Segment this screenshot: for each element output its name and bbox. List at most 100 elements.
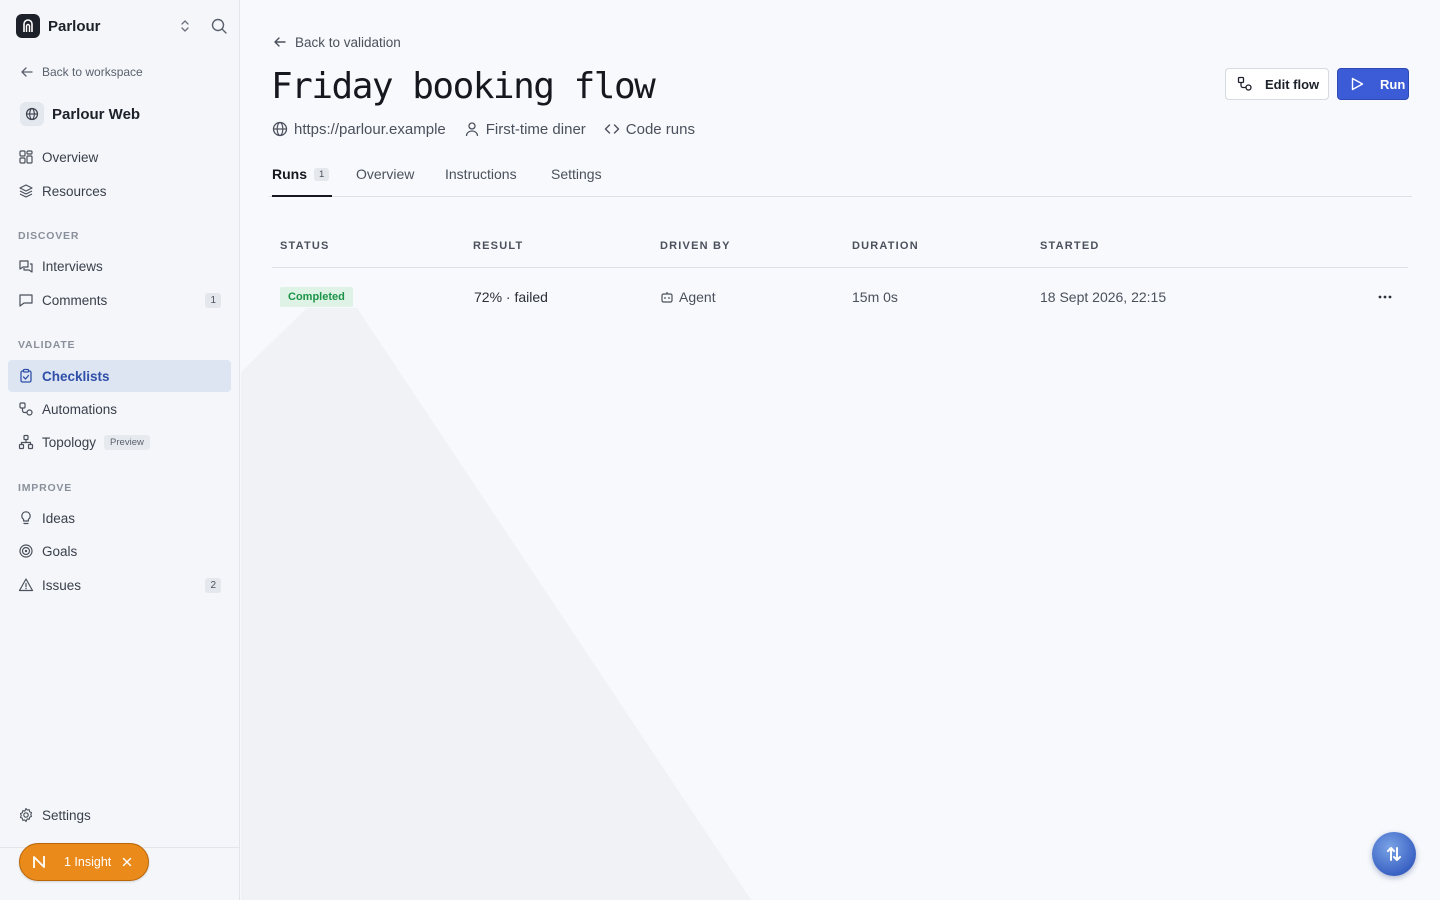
sidebar-item-checklists[interactable]: Checklists <box>8 360 231 392</box>
sidebar-item-goals[interactable]: Goals <box>8 535 231 567</box>
sidebar-item-label: Ideas <box>42 510 76 526</box>
insight-logo-icon <box>33 856 45 868</box>
sidebar: Parlour Back to workspace Parlour Web Ov… <box>0 0 240 900</box>
driven-by-text: Agent <box>679 289 716 305</box>
clipboard-check-icon <box>20 368 32 383</box>
tab-settings[interactable]: Settings <box>551 166 602 197</box>
preview-badge: Preview <box>104 434 150 450</box>
sidebar-item-settings[interactable]: Settings <box>8 799 231 831</box>
sidebar-item-resources[interactable]: Resources <box>8 175 231 207</box>
column-header-status[interactable]: STATUS <box>280 240 330 252</box>
parlour-logo-icon <box>16 14 40 38</box>
sidebar-item-label: Automations <box>42 401 118 417</box>
tab-overview[interactable]: Overview <box>356 166 414 197</box>
back-to-validation-link[interactable]: Back to validation <box>273 33 401 51</box>
issues-count-badge: 2 <box>205 577 221 593</box>
meta-mode-text: Code runs <box>625 120 695 138</box>
gear-icon <box>19 807 33 823</box>
sort-arrows-icon <box>1387 847 1401 861</box>
column-header-started[interactable]: STARTED <box>1040 240 1100 252</box>
sidebar-item-label: Overview <box>42 149 99 165</box>
sidebar-item-label: Checklists <box>42 368 110 384</box>
insight-label: 1 Insight <box>64 855 112 869</box>
sidebar-item-interviews[interactable]: Interviews <box>8 250 231 282</box>
assistant-fab-button[interactable] <box>1372 832 1416 876</box>
lightbulb-icon <box>21 511 31 525</box>
flow-icon <box>1237 76 1252 91</box>
sidebar-item-overview[interactable]: Overview <box>8 141 231 173</box>
edit-flow-button[interactable]: Edit flow <box>1225 68 1329 100</box>
topology-icon <box>18 434 34 450</box>
sidebar-item-topology[interactable]: Topology Preview <box>8 426 231 458</box>
back-to-workspace-link[interactable]: Back to workspace <box>20 63 143 81</box>
robot-icon <box>661 292 673 303</box>
runs-count-badge: 1 <box>314 168 330 181</box>
meta-mode: Code runs <box>604 121 695 138</box>
comment-icon <box>19 294 33 307</box>
started-cell: 18 Sept 2026, 22:15 <box>1040 289 1167 305</box>
project-name: Parlour Web <box>52 105 141 123</box>
tab-instructions[interactable]: Instructions <box>445 166 517 197</box>
chat-bubbles-icon <box>19 260 33 273</box>
run-button[interactable]: Run <box>1337 68 1409 100</box>
tab-bar: Runs 1 Overview Instructions Settings <box>269 160 1412 197</box>
sidebar-item-label: Topology <box>42 434 97 450</box>
sidebar-item-issues[interactable]: Issues 2 <box>8 569 231 601</box>
flow-meta: https://parlour.example First-time diner… <box>272 118 713 140</box>
user-icon <box>465 122 478 137</box>
tab-label: Instructions <box>445 166 517 182</box>
table-header: STATUS RESULT DRIVEN BY DURATION STARTED <box>272 230 1408 268</box>
close-icon[interactable] <box>121 856 133 868</box>
tab-runs[interactable]: Runs 1 <box>272 166 332 197</box>
column-header-driven-by[interactable]: DRIVEN BY <box>660 240 731 252</box>
sidebar-item-automations[interactable]: Automations <box>8 393 231 425</box>
tab-label: Overview <box>356 166 415 182</box>
driven-by-cell: Agent <box>660 289 716 305</box>
table-row[interactable]: Completed 72% · failed Agent 15m 0s 18 S… <box>272 269 1408 325</box>
meta-url-text: https://parlour.example <box>294 120 446 138</box>
code-icon <box>604 124 619 134</box>
edit-flow-label: Edit flow <box>1265 76 1320 92</box>
back-to-workspace-label: Back to workspace <box>42 65 143 79</box>
workspace-name[interactable]: Parlour <box>48 18 177 35</box>
page-title: Friday booking flow <box>271 66 656 107</box>
sidebar-item-label: Settings <box>42 807 91 823</box>
chevron-up-down-icon[interactable] <box>177 18 193 34</box>
search-icon[interactable] <box>210 17 228 35</box>
play-icon <box>1351 77 1364 91</box>
meta-persona-text: First-time diner <box>485 120 586 138</box>
globe-icon <box>20 102 44 126</box>
grid-icon <box>19 150 33 164</box>
column-header-duration[interactable]: DURATION <box>852 240 919 252</box>
sidebar-item-comments[interactable]: Comments 1 <box>8 284 231 316</box>
arrow-left-icon <box>21 67 33 77</box>
workspace-header: Parlour <box>16 14 228 38</box>
duration-cell: 15m 0s <box>852 289 898 305</box>
sidebar-item-label: Goals <box>42 543 78 559</box>
column-header-result[interactable]: RESULT <box>473 240 523 252</box>
tab-label: Settings <box>551 166 602 182</box>
meta-url: https://parlour.example <box>272 121 446 138</box>
target-icon <box>19 544 33 558</box>
meta-persona: First-time diner <box>464 121 586 138</box>
sidebar-item-label: Resources <box>42 183 107 199</box>
project-selector[interactable]: Parlour Web <box>20 101 140 127</box>
run-label: Run <box>1380 76 1406 92</box>
tab-label: Runs <box>272 166 307 182</box>
section-label-discover: DISCOVER <box>18 230 80 242</box>
sidebar-item-label: Issues <box>42 577 82 593</box>
insight-pill-button[interactable]: 1 Insight <box>19 843 149 881</box>
section-label-improve: IMPROVE <box>18 482 73 494</box>
status-badge: Completed <box>280 287 353 307</box>
globe-icon <box>272 121 288 137</box>
sidebar-item-label: Comments <box>42 292 108 308</box>
automation-icon <box>19 402 33 416</box>
arrow-left-icon <box>274 37 286 47</box>
main-content: Back to validation Friday booking flow h… <box>241 0 1440 900</box>
result-cell: 72% · failed <box>474 289 548 305</box>
section-label-validate: VALIDATE <box>18 339 76 351</box>
back-to-validation-label: Back to validation <box>295 34 401 50</box>
warning-triangle-icon <box>18 578 34 592</box>
sidebar-item-ideas[interactable]: Ideas <box>8 502 231 534</box>
more-options-icon[interactable] <box>1375 288 1395 306</box>
